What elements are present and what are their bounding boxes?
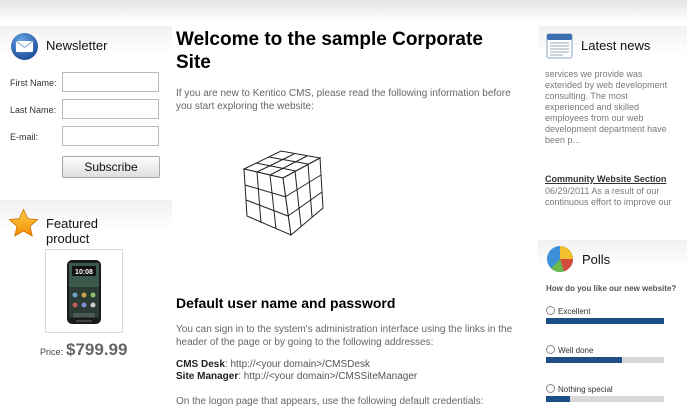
subscribe-button[interactable]: Subscribe — [62, 156, 160, 178]
poll-fill — [546, 357, 622, 363]
news-item-link[interactable]: Community Website Section — [545, 174, 666, 184]
newsletter-title: Newsletter — [46, 38, 108, 53]
price-line: Price: $799.99 — [40, 340, 127, 360]
price-label: Price: — [40, 347, 64, 357]
radio-button[interactable] — [546, 345, 555, 354]
poll-fill — [546, 396, 570, 402]
price-value: $799.99 — [66, 340, 128, 359]
phone-clock: 10:08 — [75, 269, 93, 276]
last-name-label: Last Name: — [10, 105, 57, 115]
poll-bar-well-done — [546, 357, 664, 363]
pie-chart-icon — [547, 246, 574, 273]
newspaper-icon — [546, 33, 573, 59]
news-item-2-text: 06/29/2011 As a result of our continuous… — [545, 186, 672, 207]
poll-fill — [546, 318, 664, 324]
signin-text: You can sign in to the system's administ… — [176, 324, 513, 348]
email-label: E-mail: — [10, 132, 39, 142]
product-image[interactable]: 10:08 — [45, 249, 123, 333]
site-manager-line: Site Manager: http://<your domain>/CMSSi… — [176, 371, 417, 383]
cms-desk-line: CMS Desk: http://<your domain>/CMSDesk — [176, 359, 370, 371]
news-item-text: services we provide was extended by web … — [545, 69, 668, 145]
cms-desk-url: : http://<your domain>/CMSDesk — [224, 359, 370, 370]
site-manager-label: Site Manager — [176, 371, 239, 382]
news-item-2-clip: 06/29/2011 As a result of our continuous… — [545, 186, 680, 212]
logon-text: On the logon page that appears, use the … — [176, 396, 484, 407]
email-field[interactable] — [62, 126, 159, 146]
poll-option-label: Well done — [558, 346, 594, 355]
news-title: Latest news — [581, 38, 651, 53]
first-name-label: First Name: — [10, 78, 57, 88]
cms-desk-label: CMS Desk — [176, 359, 225, 370]
default-credentials-heading: Default user name and password — [176, 295, 396, 311]
page-title: Welcome to the sample Corporate Site — [176, 29, 483, 73]
star-icon — [8, 208, 39, 237]
featured-title: Featured product — [46, 216, 99, 246]
poll-bar-nothing-special — [546, 396, 664, 402]
poll-option-label: Nothing special — [558, 385, 613, 394]
intro-text: If you are new to Kentico CMS, please re… — [176, 88, 511, 112]
radio-button[interactable] — [546, 384, 555, 393]
last-name-field[interactable] — [62, 99, 159, 119]
smartphone-image: 10:08 — [67, 260, 101, 324]
left-column: Newsletter First Name: Last Name: E-mail… — [0, 0, 172, 412]
main-content: Welcome to the sample Corporate Site If … — [176, 0, 521, 412]
poll-option-well-done[interactable]: Well done — [546, 345, 593, 355]
poll-option-nothing-special[interactable]: Nothing special — [546, 384, 613, 394]
poll-bar-excellent — [546, 318, 664, 324]
poll-option-label: Excellent — [558, 307, 591, 316]
radio-button[interactable] — [546, 306, 555, 315]
poll-question: How do you like our new website? — [546, 284, 677, 293]
envelope-icon — [11, 33, 38, 60]
site-manager-url: : http://<your domain>/CMSSiteManager — [238, 371, 418, 382]
cube-illustration — [242, 150, 324, 236]
first-name-field[interactable] — [62, 72, 159, 92]
poll-option-excellent[interactable]: Excellent — [546, 306, 590, 316]
polls-title: Polls — [582, 252, 611, 267]
right-column: Latest news services we provide was exte… — [538, 0, 687, 412]
